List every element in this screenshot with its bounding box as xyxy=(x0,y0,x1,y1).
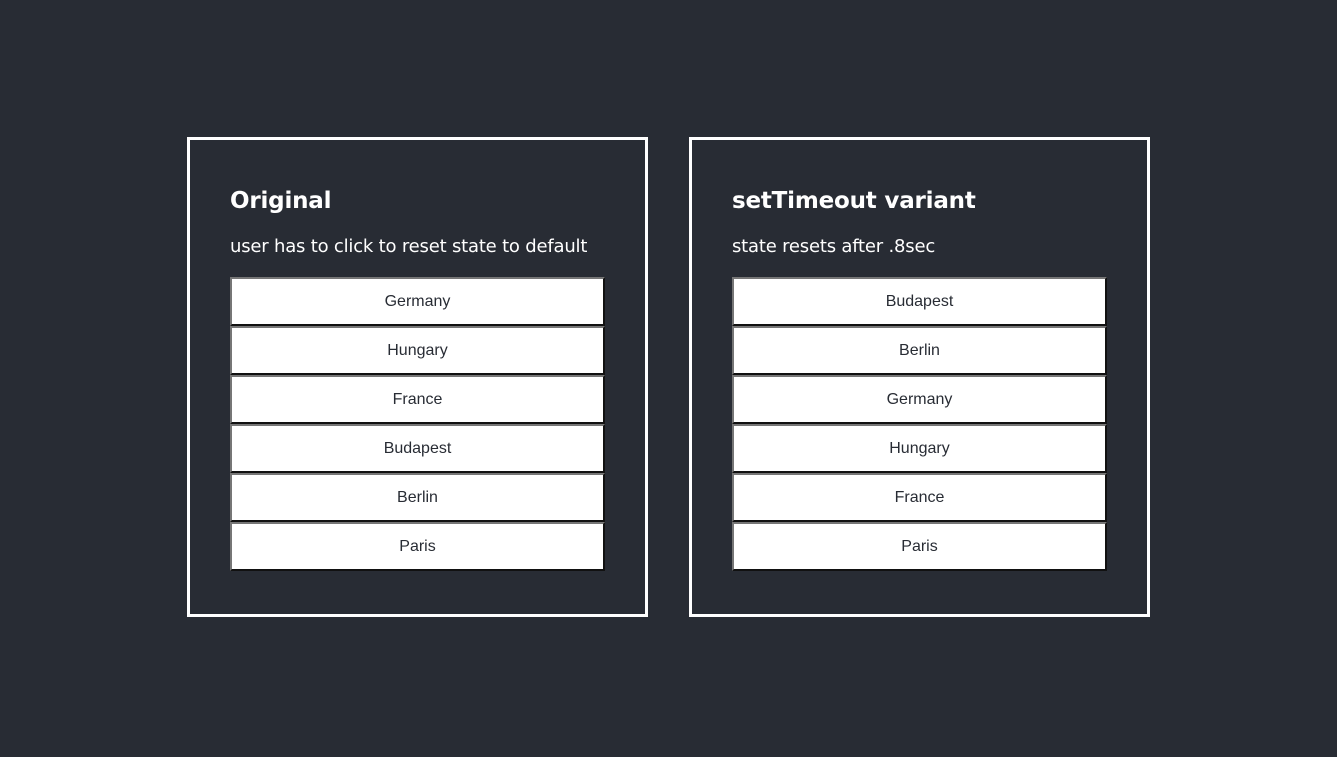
option-button-germany[interactable]: Germany xyxy=(732,375,1107,424)
panel-subtitle: state resets after .8sec xyxy=(732,236,936,257)
option-button-paris[interactable]: Paris xyxy=(732,522,1107,571)
panel-title: setTimeout variant xyxy=(732,188,976,214)
option-button-berlin[interactable]: Berlin xyxy=(230,473,605,522)
option-button-france[interactable]: France xyxy=(732,473,1107,522)
option-button-germany[interactable]: Germany xyxy=(230,277,605,326)
option-list: Budapest Berlin Germany Hungary France P… xyxy=(732,277,1107,571)
option-button-berlin[interactable]: Berlin xyxy=(732,326,1107,375)
option-button-hungary[interactable]: Hungary xyxy=(230,326,605,375)
settimeout-panel: setTimeout variant state resets after .8… xyxy=(689,137,1150,617)
option-button-budapest[interactable]: Budapest xyxy=(230,424,605,473)
option-list: Germany Hungary France Budapest Berlin P… xyxy=(230,277,605,571)
original-panel: Original user has to click to reset stat… xyxy=(187,137,648,617)
option-button-france[interactable]: France xyxy=(230,375,605,424)
panel-subtitle: user has to click to reset state to defa… xyxy=(230,236,588,257)
option-button-hungary[interactable]: Hungary xyxy=(732,424,1107,473)
panels-container: Original user has to click to reset stat… xyxy=(187,137,1150,617)
panel-title: Original xyxy=(230,188,332,214)
option-button-paris[interactable]: Paris xyxy=(230,522,605,571)
option-button-budapest[interactable]: Budapest xyxy=(732,277,1107,326)
